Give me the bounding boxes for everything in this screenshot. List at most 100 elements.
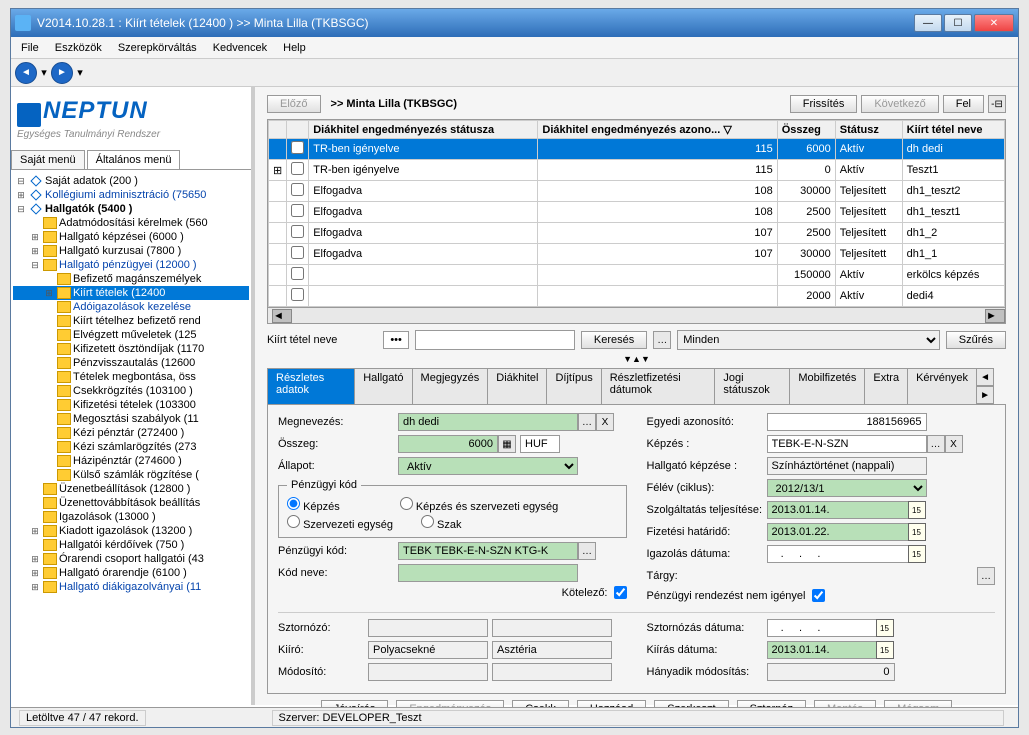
check-penzrend[interactable] — [812, 589, 825, 602]
menu-tools[interactable]: Eszközök — [49, 40, 108, 56]
search-button[interactable]: Keresés — [581, 331, 647, 349]
tree-item[interactable]: Kiírt tételhez befizető rend — [13, 314, 249, 328]
input-megnevezes[interactable] — [398, 413, 578, 431]
cal-igazolas-icon[interactable]: 15 — [908, 545, 926, 563]
tree-item[interactable]: Kifizetési tételek (103300 — [13, 398, 249, 412]
tab-0[interactable]: Részletes adatok — [267, 368, 355, 404]
tree-item[interactable]: Elvégzett műveletek (125 — [13, 328, 249, 342]
table-row[interactable]: ⊞TR-ben igényelve1150AktívTeszt1 — [269, 160, 1005, 181]
nav-back-drop[interactable]: ▾ — [39, 66, 49, 79]
cal-hatarido-icon[interactable]: 15 — [908, 523, 926, 541]
menu-file[interactable]: File — [15, 40, 45, 56]
search-input[interactable] — [415, 330, 575, 350]
tree-item[interactable]: Kézi pénztár (272400 ) — [13, 426, 249, 440]
prev-button[interactable]: Előző — [267, 95, 321, 113]
tree-item[interactable]: Befizető magánszemélyek — [13, 272, 249, 286]
tree-item[interactable]: Üzenettovábbítások beállítás — [13, 496, 249, 510]
btn-pkod-more[interactable]: … — [578, 542, 596, 560]
input-kepzes[interactable] — [767, 435, 927, 453]
minimize-button[interactable]: — — [914, 14, 942, 32]
table-row[interactable]: Elfogadva1072500Teljesítettdh1_2 — [269, 223, 1005, 244]
tree-item[interactable]: ⊞Kollégiumi adminisztráció (75650 — [13, 188, 249, 202]
btn-megnevezes-more[interactable]: … — [578, 413, 596, 431]
tab-9[interactable]: Kérvények — [907, 368, 977, 404]
tree-item[interactable]: Csekkrögzítés (103100 ) — [13, 384, 249, 398]
next-button[interactable]: Következő — [861, 95, 938, 113]
input-szolg[interactable] — [767, 501, 909, 519]
splitter-handle[interactable]: ▼▲▼ — [259, 354, 1014, 364]
tab-own-menu[interactable]: Saját menü — [11, 150, 85, 169]
btn-targy-more[interactable]: … — [977, 567, 995, 585]
filter-button[interactable]: Szűrés — [946, 331, 1006, 349]
input-igazolas[interactable] — [767, 545, 909, 563]
tree-item[interactable]: Kézi számlarögzítés (273 — [13, 440, 249, 454]
search-options-button[interactable]: … — [653, 331, 671, 349]
cal-sztorn-icon[interactable]: 15 — [876, 619, 894, 637]
select-felev[interactable]: 2012/13/1 — [767, 479, 927, 497]
input-egyedi[interactable] — [767, 413, 927, 431]
up-button[interactable]: Fel — [943, 95, 984, 113]
tree-item[interactable]: ⊟Hallgató pénzügyei (12000 ) — [13, 258, 249, 272]
tree-item[interactable]: ⊟Saját adatok (200 ) — [13, 174, 249, 188]
tree-item[interactable]: Adatmódosítási kérelmek (560 — [13, 216, 249, 230]
tree-item[interactable]: Házipénztár (274600 ) — [13, 454, 249, 468]
tree-item[interactable]: ⊞Hallgató képzései (6000 ) — [13, 230, 249, 244]
radio-kepzes-szerv[interactable]: Képzés és szervezeti egység — [400, 497, 559, 513]
table-row[interactable]: 150000Aktíverkölcs képzés — [269, 265, 1005, 286]
nav-fwd-button[interactable]: ► — [51, 62, 73, 84]
radio-szak[interactable]: Szak — [421, 515, 462, 531]
tree-item[interactable]: Külső számlák rögzítése ( — [13, 468, 249, 482]
tree-item[interactable]: Üzenetbeállítások (12800 ) — [13, 482, 249, 496]
tree-item[interactable]: Hallgatói kérdőívek (750 ) — [13, 538, 249, 552]
btn-kepzes-more[interactable]: … — [927, 435, 945, 453]
tree-item[interactable]: ⊟Hallgatók (5400 ) — [13, 202, 249, 216]
nav-tree[interactable]: ⊟Saját adatok (200 )⊞Kollégiumi adminisz… — [11, 170, 251, 705]
tab-6[interactable]: Jogi státuszok — [714, 368, 790, 404]
tab-8[interactable]: Extra — [864, 368, 908, 404]
input-sztorndat[interactable] — [767, 619, 877, 637]
tab-5[interactable]: Részletfizetési dátumok — [601, 368, 716, 404]
input-kodneve[interactable] — [398, 564, 578, 582]
calc-icon[interactable]: ▦ — [498, 435, 516, 453]
data-grid[interactable]: Diákhitel engedményezés státuszaDiákhite… — [267, 119, 1006, 324]
nav-back-button[interactable]: ◄ — [15, 62, 37, 84]
table-row[interactable]: Elfogadva1082500Teljesítettdh1_teszt1 — [269, 202, 1005, 223]
input-osszeg[interactable] — [398, 435, 498, 453]
menu-fav[interactable]: Kedvencek — [207, 40, 273, 56]
table-row[interactable]: Elfogadva10830000Teljesítettdh1_teszt2 — [269, 181, 1005, 202]
tab-2[interactable]: Megjegyzés — [412, 368, 489, 404]
btn-kepzes-x[interactable]: X — [945, 435, 963, 453]
close-button[interactable]: ✕ — [974, 14, 1014, 32]
tab-3[interactable]: Diákhitel — [487, 368, 547, 404]
tab-general-menu[interactable]: Általános menü — [87, 150, 181, 169]
tree-item[interactable]: ⊞Kiadott igazolások (13200 ) — [13, 524, 249, 538]
tree-item[interactable]: Igazolások (13000 ) — [13, 510, 249, 524]
filter-select[interactable]: Minden — [677, 330, 940, 350]
tree-item[interactable]: Megosztási szabályok (11 — [13, 412, 249, 426]
cal-kiiras-icon[interactable]: 15 — [876, 641, 894, 659]
input-kiirasdat[interactable] — [767, 641, 877, 659]
select-allapot[interactable]: Aktív — [398, 457, 578, 475]
tree-item[interactable]: Kifizetett ösztöndíjak (1170 — [13, 342, 249, 356]
table-row[interactable]: TR-ben igényelve1156000Aktívdh dedi — [269, 139, 1005, 160]
refresh-button[interactable]: Frissítés — [790, 95, 858, 113]
tree-item[interactable]: ⊞Hallgató diákigazolványai (11 — [13, 580, 249, 594]
tree-item[interactable]: Tételek megbontása, öss — [13, 370, 249, 384]
check-kotelezo[interactable] — [614, 586, 627, 599]
tab-1[interactable]: Hallgató — [354, 368, 412, 404]
tree-item[interactable]: ⊞Órarendi csoport hallgatói (43 — [13, 552, 249, 566]
tab-7[interactable]: Mobilfizetés — [789, 368, 865, 404]
input-pkod[interactable] — [398, 542, 578, 560]
maximize-button[interactable]: ☐ — [944, 14, 972, 32]
btn-megnevezes-x[interactable]: X — [596, 413, 614, 431]
cal-szolg-icon[interactable]: 15 — [908, 501, 926, 519]
radio-szerv[interactable]: Szervezeti egység — [287, 515, 393, 531]
tree-item[interactable]: ⊞Hallgató kurzusai (7800 ) — [13, 244, 249, 258]
table-row[interactable]: Elfogadva10730000Teljesítettdh1_1 — [269, 244, 1005, 265]
scroll-right[interactable]: ► — [985, 309, 1005, 323]
scroll-left[interactable]: ◄ — [272, 309, 292, 323]
table-row[interactable]: 2000Aktívdedi4 — [269, 286, 1005, 307]
tree-item[interactable]: ⊞Hallgató órarendje (6100 ) — [13, 566, 249, 580]
tab-4[interactable]: Díjtípus — [546, 368, 601, 404]
tree-item[interactable]: Adóigazolások kezelése — [13, 300, 249, 314]
